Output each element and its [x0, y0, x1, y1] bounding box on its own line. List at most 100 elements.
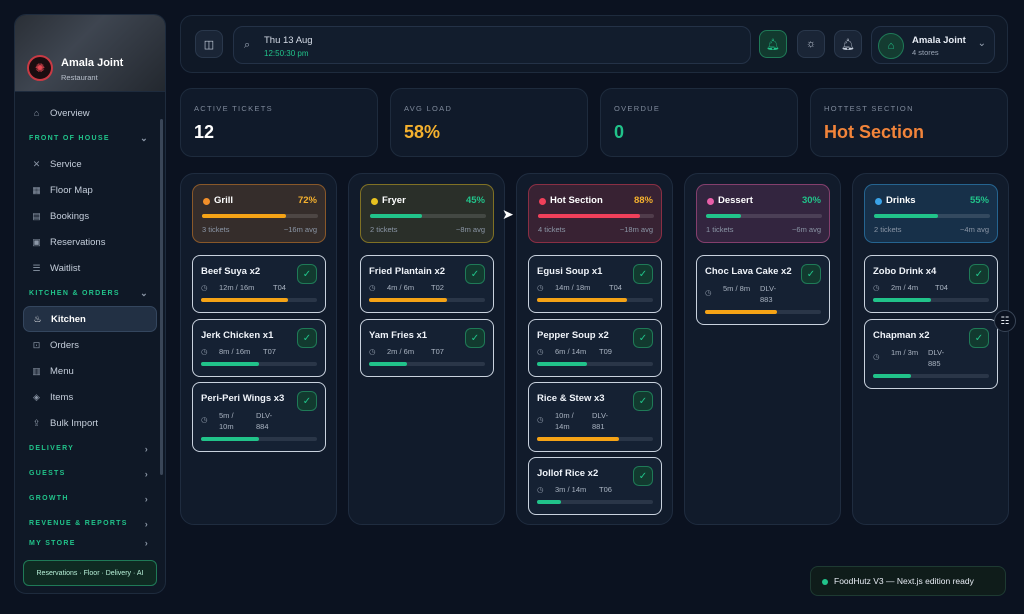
- mark-done-button[interactable]: ✓: [297, 391, 317, 411]
- mark-done-button[interactable]: ✓: [969, 328, 989, 348]
- ticket-card[interactable]: Beef Suya x2 ✓ ◷ 12m / 16m T04: [192, 255, 326, 313]
- ticket-progress-fill: [201, 437, 259, 441]
- station-header[interactable]: Grill 72% 3 tickets ~16m avg: [192, 184, 326, 243]
- ticket-progress-fill: [369, 298, 447, 302]
- nav-waitlist[interactable]: ☰ Waitlist: [23, 255, 157, 281]
- ticket-progress-bar: [873, 298, 989, 302]
- station-header[interactable]: Dessert 30% 1 tickets ~6m avg: [696, 184, 830, 243]
- nav-reservations[interactable]: ▣ Reservations: [23, 229, 157, 255]
- alerts-button[interactable]: 🔔︎: [759, 30, 787, 58]
- toggle-sidebar-button[interactable]: ◫: [195, 30, 223, 58]
- stat-card-overdue: OVERDUE 0: [600, 88, 798, 157]
- mark-done-button[interactable]: ✓: [801, 264, 821, 284]
- mark-done-button[interactable]: ✓: [633, 264, 653, 284]
- stat-value: 58%: [404, 122, 441, 142]
- mark-done-button[interactable]: ✓: [465, 328, 485, 348]
- mark-done-button[interactable]: ✓: [633, 466, 653, 486]
- account-switcher[interactable]: ⌂ Amala Joint 4 stores ⌄: [871, 26, 995, 64]
- mark-done-button[interactable]: ✓: [969, 264, 989, 284]
- clock-icon: ◷: [537, 283, 544, 292]
- nav-orders[interactable]: ⊡ Orders: [23, 332, 157, 358]
- brand-header: ✺ Amala Joint Restaurant: [15, 15, 165, 92]
- station-color-dot: [203, 198, 210, 205]
- station-header[interactable]: Drinks 55% 2 tickets ~4m avg: [864, 184, 998, 243]
- ticket-card[interactable]: Zobo Drink x4 ✓ ◷ 2m / 4m T04: [864, 255, 998, 313]
- section-guests[interactable]: GUESTS ›: [23, 461, 157, 486]
- check-circle-icon: ✓: [638, 268, 648, 280]
- station-name: Drinks: [886, 195, 916, 206]
- clock-icon: ◷: [537, 485, 544, 494]
- ticket-name: Pepper Soup x2: [537, 330, 609, 341]
- section-kitchen-orders[interactable]: KITCHEN & ORDERS ⌄: [23, 281, 157, 306]
- mark-done-button[interactable]: ✓: [633, 391, 653, 411]
- package-icon: ◈: [33, 391, 40, 402]
- mark-done-button[interactable]: ✓: [465, 264, 485, 284]
- station-column: Fryer 45% 2 tickets ~8m avg Fried Plantain x…: [348, 173, 505, 525]
- section-growth[interactable]: GROWTH ›: [23, 486, 157, 511]
- nav-overview[interactable]: ⌂ Overview: [23, 100, 157, 126]
- mark-done-button[interactable]: ✓: [633, 328, 653, 348]
- home-icon: ⌂: [33, 108, 40, 118]
- section-label: MY STORE: [29, 539, 76, 547]
- check-circle-icon: ✓: [470, 268, 480, 280]
- ticket-name: Rice & Stew x3: [537, 393, 605, 404]
- ticket-name: Beef Suya x2: [201, 266, 261, 277]
- clock-icon: ◷: [201, 415, 208, 424]
- ticket-card[interactable]: Chapman x2 ✓ ◷ 1m / 3m DLV-885: [864, 319, 998, 389]
- cart-icon: ⊡: [32, 339, 41, 350]
- ticket-name: Peri-Peri Wings x3: [201, 393, 285, 404]
- time-text: 12:50:30 pm: [264, 49, 309, 58]
- nav-bookings[interactable]: ▤ Bookings: [23, 203, 157, 229]
- section-revenue-reports[interactable]: REVENUE & REPORTS ›: [23, 511, 157, 536]
- nav-kitchen[interactable]: ♨ Kitchen: [23, 306, 157, 332]
- filter-toggle-button[interactable]: ☷: [994, 310, 1016, 332]
- station-header[interactable]: Hot Section 88% 4 tickets ~18m avg: [528, 184, 662, 243]
- ticket-table: T07: [263, 347, 276, 356]
- theme-toggle-button[interactable]: ☼: [797, 30, 825, 58]
- station-load-fill: [370, 214, 423, 218]
- ticket-progress-fill: [537, 500, 562, 504]
- nav-floor-map[interactable]: ▦ Floor Map: [23, 177, 157, 203]
- ticket-card[interactable]: Rice & Stew x3 ✓ ◷ 10m / 14m DLV-881: [528, 382, 662, 452]
- ticket-card[interactable]: Egusi Soup x1 ✓ ◷ 14m / 18m T04: [528, 255, 662, 313]
- ticket-card[interactable]: Peri-Peri Wings x3 ✓ ◷ 5m / 10m DLV-884: [192, 382, 326, 452]
- clock-icon: ◷: [705, 288, 712, 297]
- ticket-card[interactable]: Jollof Rice x2 ✓ ◷ 3m / 14m T06: [528, 457, 662, 515]
- nav-label: Overview: [50, 107, 90, 119]
- sidebar: ✺ Amala Joint Restaurant ⌂ Overview FRONT…: [14, 14, 166, 594]
- ticket-card[interactable]: Fried Plantain x2 ✓ ◷ 4m / 6m T02: [360, 255, 494, 313]
- ticket-time: 3m / 14m: [555, 485, 587, 494]
- nav-service[interactable]: ✕ Service: [23, 151, 157, 177]
- sidebar-scrollbar[interactable]: [160, 119, 163, 475]
- stat-label: OVERDUE: [614, 104, 661, 113]
- account-name: Amala Joint: [912, 35, 966, 46]
- book-icon: ▥: [32, 365, 41, 376]
- section-my-store[interactable]: MY STORE ›: [23, 536, 157, 550]
- section-front-of-house[interactable]: FRONT OF HOUSE ⌄: [23, 126, 157, 151]
- ticket-card[interactable]: Choc Lava Cake x2 ✓ ◷ 5m / 8m DLV-883: [696, 255, 830, 325]
- utensils-icon: ✕: [32, 158, 41, 169]
- ticket-table: DLV-883: [760, 284, 777, 304]
- search-bar[interactable]: ⌕ Thu 13 Aug 12:50:30 pm: [233, 26, 751, 64]
- ticket-name: Fried Plantain x2: [369, 266, 446, 277]
- station-header[interactable]: Fryer 45% 2 tickets ~8m avg: [360, 184, 494, 243]
- chevron-down-icon: ⌄: [140, 133, 149, 143]
- station-color-dot: [539, 198, 546, 205]
- ticket-table: DLV-885: [928, 348, 945, 368]
- notifications-button[interactable]: 🔔︎: [834, 30, 862, 58]
- check-circle-icon: ✓: [638, 395, 648, 407]
- ticket-card[interactable]: Jerk Chicken x1 ✓ ◷ 8m / 16m T07: [192, 319, 326, 377]
- nav-bulk-import[interactable]: ⇪ Bulk Import: [23, 410, 157, 436]
- ticket-card[interactable]: Yam Fries x1 ✓ ◷ 2m / 6m T07: [360, 319, 494, 377]
- section-delivery[interactable]: DELIVERY ›: [23, 436, 157, 461]
- brand-logo: ✺: [27, 55, 53, 81]
- nav-items[interactable]: ◈ Items: [23, 384, 157, 410]
- nav-menu[interactable]: ▥ Menu: [23, 358, 157, 384]
- ticket-progress-fill: [705, 310, 777, 314]
- upload-icon: ⇪: [32, 417, 41, 428]
- mark-done-button[interactable]: ✓: [297, 328, 317, 348]
- ticket-card[interactable]: Pepper Soup x2 ✓ ◷ 6m / 14m T09: [528, 319, 662, 377]
- mark-done-button[interactable]: ✓: [297, 264, 317, 284]
- ticket-progress-fill: [873, 298, 931, 302]
- sun-icon: ☼: [805, 38, 817, 50]
